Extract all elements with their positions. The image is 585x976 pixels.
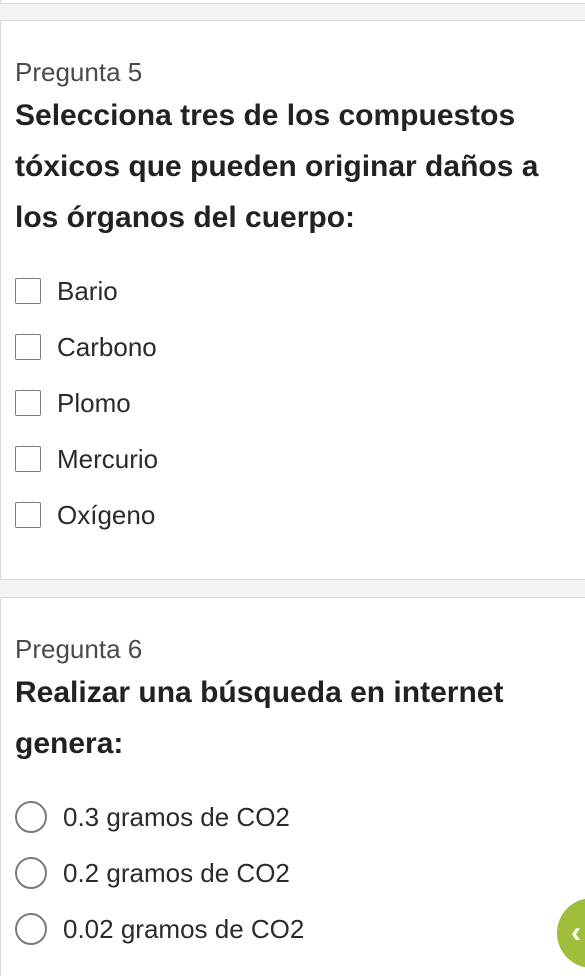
option-0-3-gramos[interactable]: 0.3 gramos de CO2	[15, 797, 290, 837]
question-title: Selecciona tres de los compuestos tóxico…	[15, 99, 539, 234]
option-carbono[interactable]: Carbono	[15, 327, 157, 367]
option-label: 0.02 gramos de CO2	[63, 914, 305, 944]
checkbox[interactable]	[15, 334, 41, 360]
chevron-icon: ‹	[571, 916, 581, 949]
previous-question-card	[0, 0, 585, 4]
quiz-page: Pregunta 5 Selecciona tres de los compue…	[0, 0, 585, 976]
radio-button[interactable]	[15, 801, 47, 833]
option-label: Plomo	[57, 388, 131, 418]
option-oxigeno[interactable]: Oxígeno	[15, 495, 155, 535]
option-0-02-gramos[interactable]: 0.02 gramos de CO2	[15, 909, 304, 949]
question-title: Realizar una búsqueda en internet genera…	[15, 676, 504, 760]
radio-button[interactable]	[15, 913, 47, 945]
option-mercurio[interactable]: Mercurio	[15, 439, 158, 479]
option-label: Carbono	[57, 332, 157, 362]
option-bario[interactable]: Bario	[15, 271, 118, 311]
option-label: Bario	[57, 276, 118, 306]
question-number: Pregunta 5	[15, 57, 143, 87]
option-label: Oxígeno	[57, 500, 156, 530]
option-label: 0.3 gramos de CO2	[63, 802, 290, 832]
option-0-2-gramos[interactable]: 0.2 gramos de CO2	[15, 853, 290, 893]
option-plomo[interactable]: Plomo	[15, 383, 131, 423]
checkbox[interactable]	[15, 278, 41, 304]
checkbox[interactable]	[15, 446, 41, 472]
radio-button[interactable]	[15, 857, 47, 889]
option-label: 0.2 gramos de CO2	[63, 858, 290, 888]
option-label: Mercurio	[57, 444, 159, 474]
question-number: Pregunta 6	[15, 634, 143, 664]
question-card-5: Pregunta 5 Selecciona tres de los compue…	[0, 20, 585, 580]
checkbox[interactable]	[15, 390, 41, 416]
checkbox[interactable]	[15, 502, 41, 528]
question-card-6: Pregunta 6 Realizar una búsqueda en inte…	[0, 597, 585, 976]
